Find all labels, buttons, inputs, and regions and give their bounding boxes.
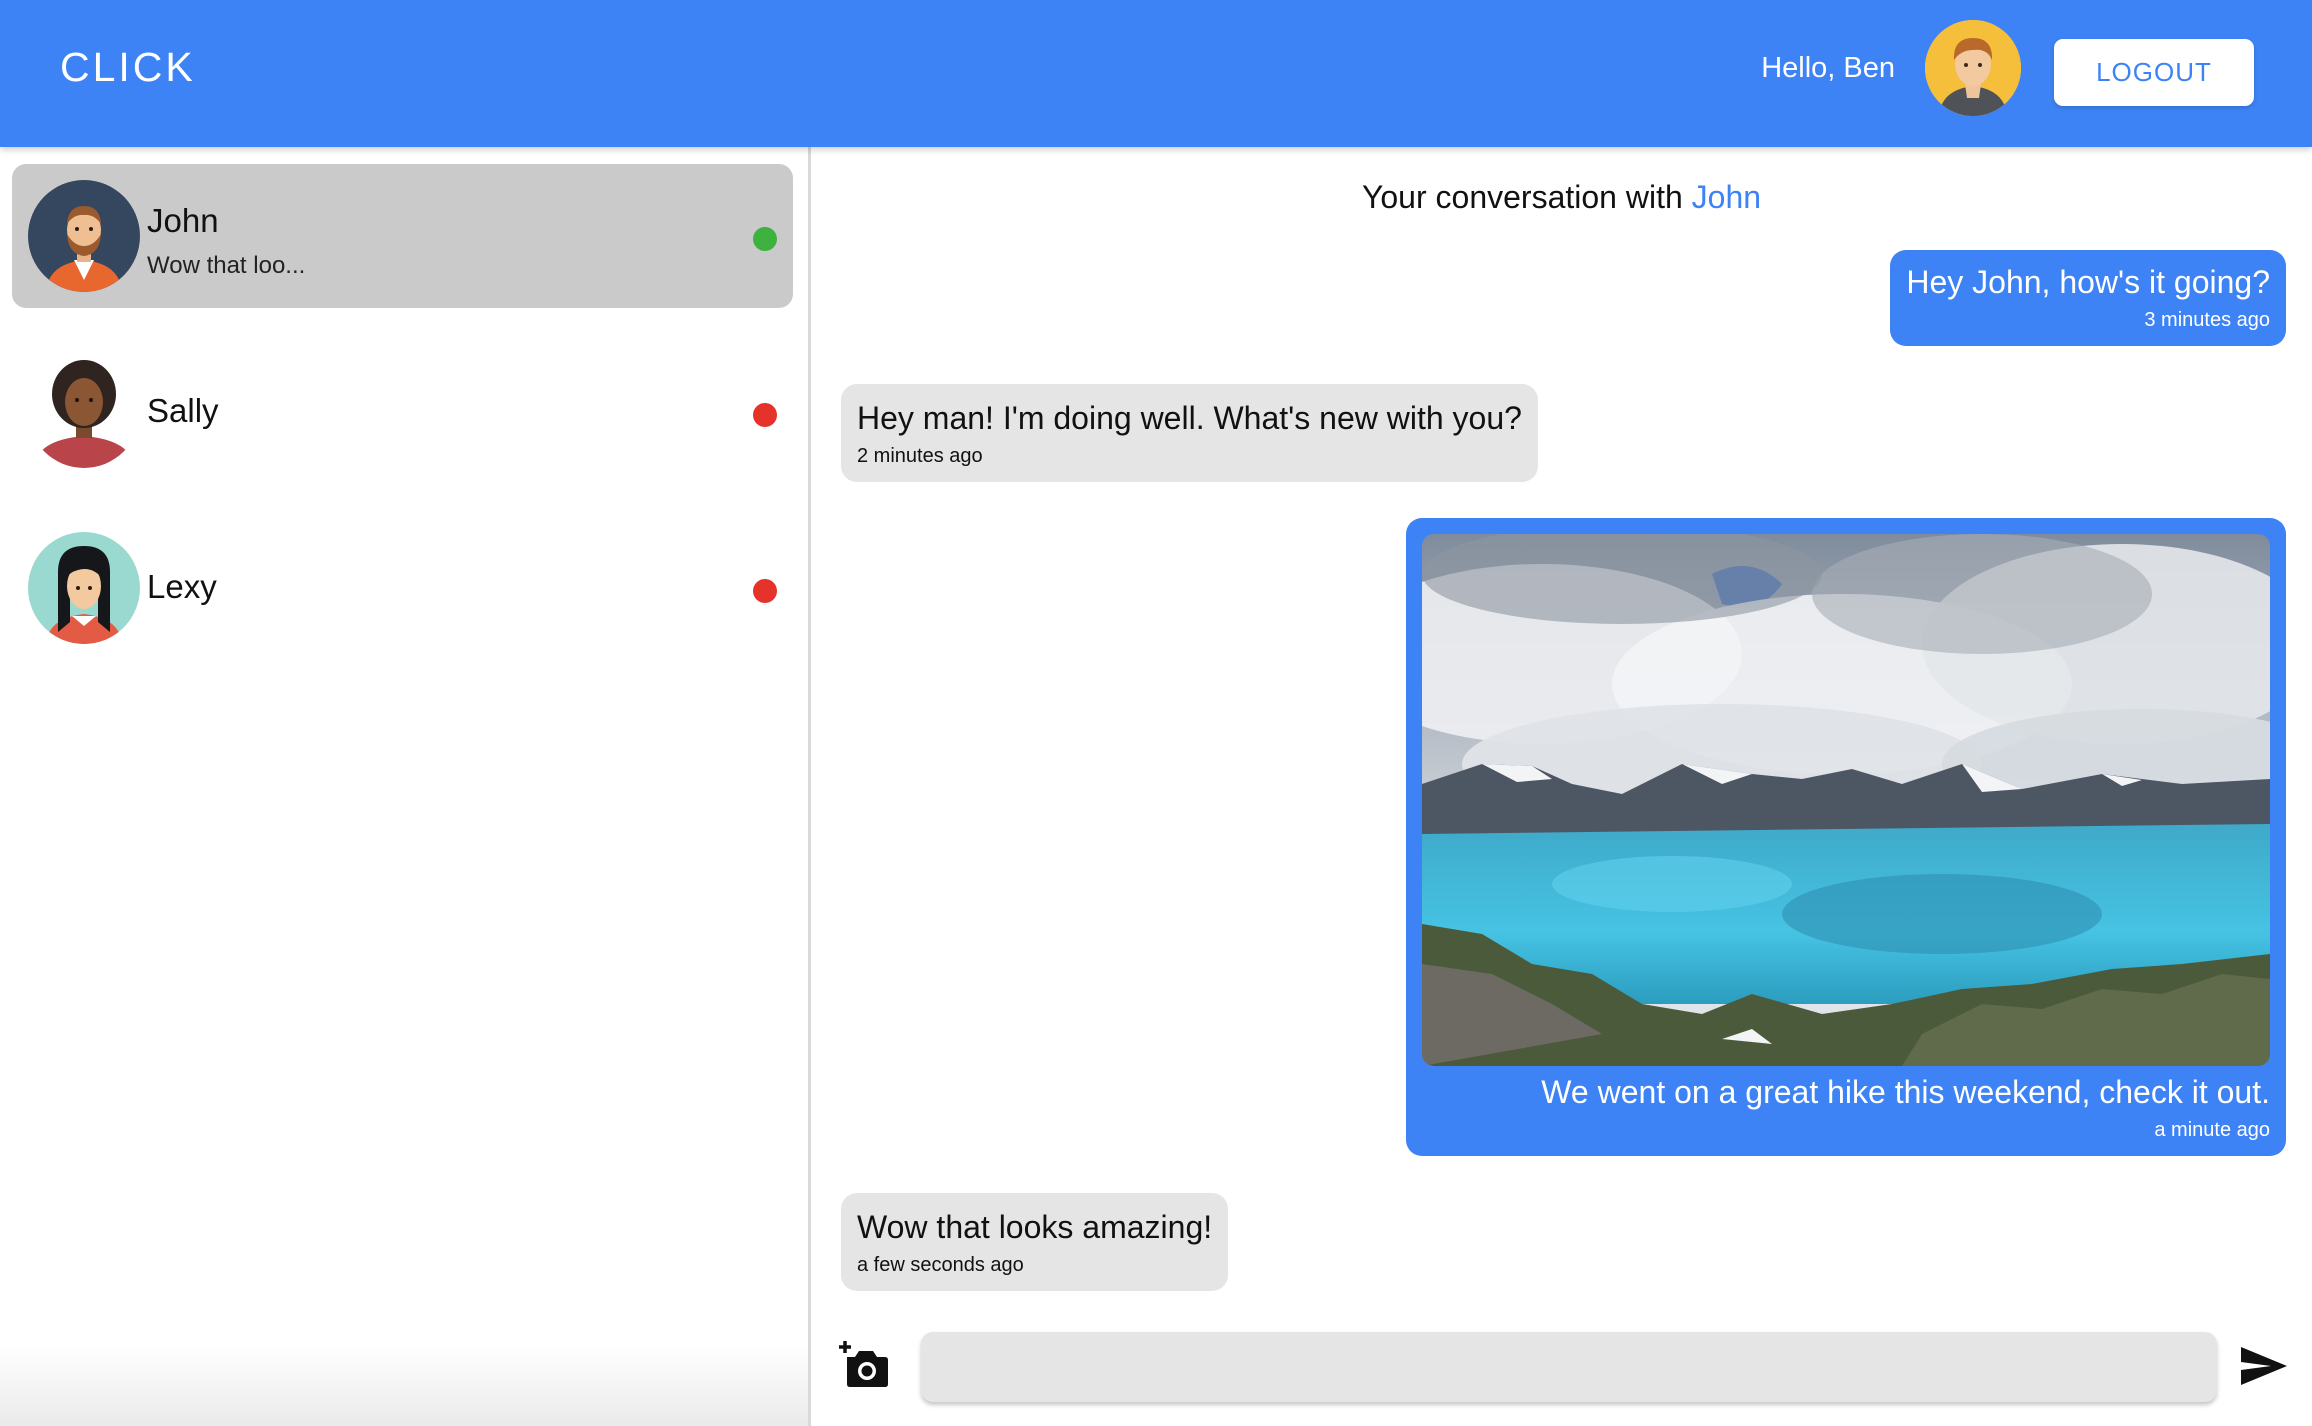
- message-timestamp: a few seconds ago: [857, 1254, 1024, 1276]
- contact-name: Lexy: [147, 568, 217, 605]
- online-status-dot: [753, 227, 777, 251]
- contact-item-john[interactable]: John Wow that loo...: [12, 164, 793, 308]
- message-timestamp: 3 minutes ago: [2144, 309, 2270, 331]
- contacts-sidebar: John Wow that loo... Sally Lexy: [0, 147, 811, 1426]
- message-text: Hey John, how's it going?: [1906, 264, 2270, 300]
- offline-status-dot: [753, 579, 777, 603]
- user-avatar[interactable]: [1925, 20, 2021, 116]
- message-outgoing: Hey John, how's it going? 3 minutes ago: [1890, 250, 2286, 346]
- brand-logo[interactable]: CLICK: [60, 44, 196, 91]
- user-greeting: Hello, Ben: [1761, 52, 1895, 84]
- message-incoming: Hey man! I'm doing well. What's new with…: [841, 384, 1538, 482]
- contact-name: Sally: [147, 392, 219, 429]
- contact-item-sally[interactable]: Sally: [12, 340, 793, 484]
- chat-panel: Your conversation with John Hey John, ho…: [811, 147, 2312, 1426]
- offline-status-dot: [753, 403, 777, 427]
- contact-last-message: Wow that loo...: [147, 252, 306, 279]
- mountain-lake-photo[interactable]: [1422, 534, 2270, 1066]
- conversation-title-prefix: Your conversation with: [1361, 179, 1683, 215]
- send-arrow-icon[interactable]: [2235, 1337, 2293, 1395]
- contact-item-lexy[interactable]: Lexy: [12, 516, 793, 660]
- app-header: CLICK Hello, Ben LOGOUT: [0, 0, 2312, 147]
- conversation-contact-name[interactable]: John: [1692, 179, 1761, 215]
- conversation-title: Your conversation with John: [811, 179, 2312, 216]
- message-outgoing-image: We went on a great hike this weekend, ch…: [1406, 518, 2286, 1156]
- add-photo-camera-icon[interactable]: [839, 1339, 891, 1391]
- message-input[interactable]: [921, 1332, 2217, 1402]
- message-text: We went on a great hike this weekend, ch…: [1541, 1074, 2270, 1110]
- contact-avatar: [28, 180, 140, 292]
- logout-button[interactable]: LOGOUT: [2054, 39, 2254, 106]
- message-timestamp: 2 minutes ago: [857, 445, 983, 467]
- contact-avatar: [28, 532, 140, 644]
- message-text: Wow that looks amazing!: [857, 1209, 1213, 1245]
- message-timestamp: a minute ago: [2154, 1119, 2270, 1141]
- message-text: Hey man! I'm doing well. What's new with…: [857, 400, 1522, 436]
- contact-name: John: [147, 202, 219, 239]
- contact-avatar: [28, 356, 140, 468]
- message-incoming: Wow that looks amazing! a few seconds ag…: [841, 1193, 1229, 1291]
